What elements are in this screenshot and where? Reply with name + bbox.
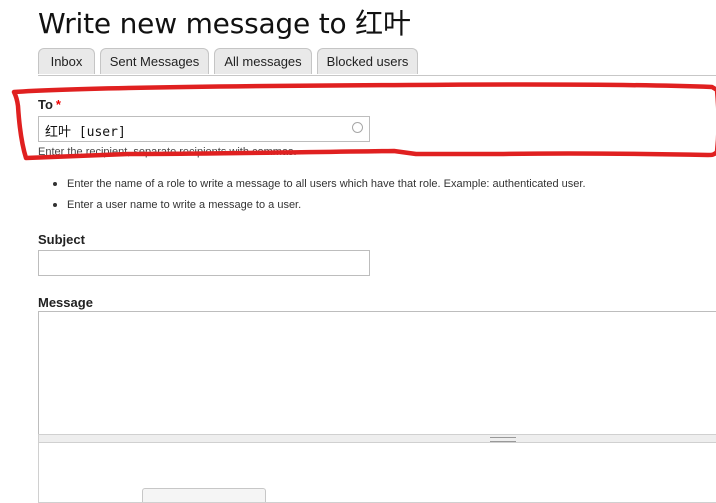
tab-bar: Inbox Sent Messages All messages Blocked… <box>38 48 716 76</box>
list-item: Enter the name of a role to write a mess… <box>50 176 586 197</box>
message-label: Message <box>38 295 93 310</box>
resize-grip-icon <box>490 437 516 442</box>
to-label-text: To <box>38 97 53 112</box>
to-label: To * <box>38 97 61 112</box>
tab-blocked-users[interactable]: Blocked users <box>317 48 418 74</box>
autocomplete-throbber-icon <box>352 122 363 133</box>
to-description: Enter the recipient, separate recipients… <box>38 146 297 158</box>
list-item: Enter a user name to write a message to … <box>50 197 586 218</box>
subject-label: Subject <box>38 232 85 247</box>
page-title: Write new message to 红叶 <box>38 7 411 40</box>
textarea-resize-grip[interactable] <box>38 434 716 443</box>
message-textarea[interactable] <box>38 311 716 435</box>
text-format-control[interactable] <box>142 488 266 502</box>
tab-sent-messages[interactable]: Sent Messages <box>100 48 209 74</box>
tab-all-messages[interactable]: All messages <box>214 48 312 74</box>
to-field[interactable]: 红叶 [user] <box>38 116 370 142</box>
required-marker: * <box>55 97 61 112</box>
tab-inbox[interactable]: Inbox <box>38 48 95 74</box>
to-field-value: 红叶 [user] <box>45 125 126 140</box>
message-editor-area <box>38 443 716 503</box>
subject-field[interactable] <box>38 250 370 276</box>
recipient-help-list: Enter the name of a role to write a mess… <box>50 176 586 218</box>
